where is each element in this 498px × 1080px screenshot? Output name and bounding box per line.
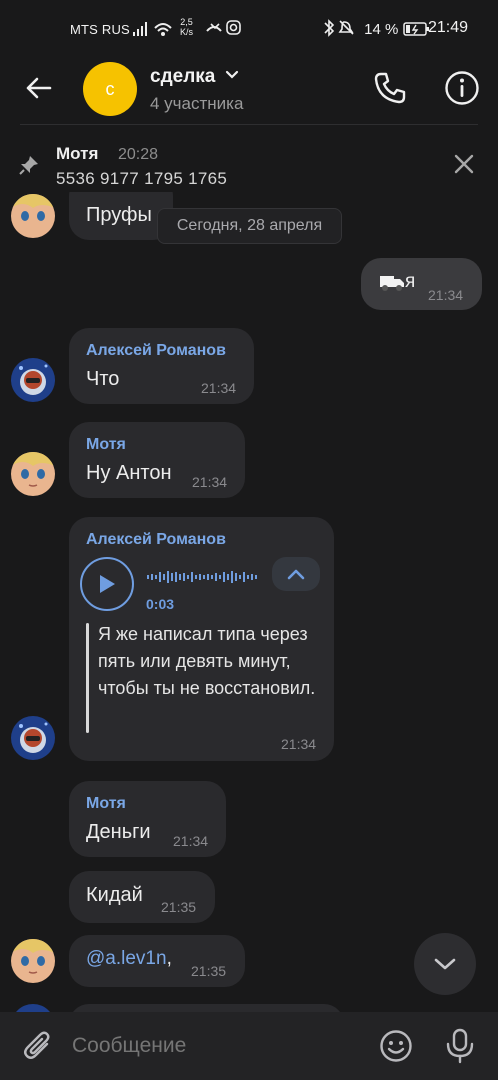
- anime-avatar-icon: [11, 452, 55, 496]
- voice-transcript: Я же написал типа через пять или девять …: [98, 624, 316, 698]
- chat-title[interactable]: сделка: [150, 66, 239, 88]
- missed-call-icon: [206, 19, 242, 40]
- carrier-name: MTS RUS: [70, 22, 130, 37]
- header-divider: [20, 124, 478, 125]
- message-list[interactable]: Пруфы Сегодня, 28 апреля я 21:34 Алексей…: [0, 192, 498, 1012]
- message-bubble[interactable]: Кидай 21:35: [69, 871, 215, 923]
- signal-wifi-icons: [133, 20, 177, 41]
- voice-duration: 0:03: [146, 596, 175, 612]
- pinned-author: Мотя: [56, 144, 99, 163]
- pin-icon: [19, 156, 38, 175]
- astronaut-avatar-icon: [11, 1004, 55, 1012]
- chevron-up-icon: [287, 569, 305, 580]
- message-time: 21:34: [428, 287, 464, 303]
- mention-link[interactable]: @a.lev1n: [86, 948, 167, 969]
- message-time: 21:35: [161, 899, 197, 915]
- message-text: Кидай: [86, 884, 143, 906]
- scroll-to-bottom-button[interactable]: [414, 933, 476, 995]
- message-time: 21:35: [191, 963, 227, 979]
- avatar[interactable]: [11, 194, 55, 238]
- message-author: Алексей Романов: [86, 342, 226, 359]
- emoji-button[interactable]: [374, 1024, 418, 1068]
- avatar[interactable]: [11, 452, 55, 496]
- chat-avatar[interactable]: с: [83, 62, 137, 116]
- bluetooth-mute-icons: [324, 19, 354, 37]
- message-text: Деньги: [86, 821, 151, 843]
- message-bubble[interactable]: Мотя Ну Антон 21:34: [69, 422, 245, 498]
- message-text: @a.lev1n,: [86, 948, 172, 970]
- voice-message-bubble[interactable]: Алексей Романов 0:03 Я же написал типа ч…: [69, 517, 334, 761]
- net-speed: 2,5 K/s: [180, 17, 193, 37]
- net-speed-unit: K/s: [180, 27, 194, 37]
- message-author: Мотя: [86, 436, 126, 453]
- play-icon: [100, 575, 115, 593]
- avatar[interactable]: [11, 358, 55, 402]
- chat-member-count: 4 участника: [150, 94, 244, 113]
- call-button[interactable]: [368, 66, 412, 110]
- transcript-quote-bar: [86, 623, 89, 733]
- close-pinned-button[interactable]: [446, 146, 482, 182]
- message-author: Мотя: [86, 795, 126, 812]
- battery-icon: [402, 22, 429, 36]
- date-chip: Сегодня, 28 апреля: [157, 208, 342, 244]
- message-bubble[interactable]: Алексей Романов Что 21:34: [69, 328, 254, 404]
- status-time: 21:49: [428, 19, 469, 36]
- pinned-text: 5536 9177 1795 1765: [56, 169, 228, 188]
- mic-icon: [446, 1028, 474, 1064]
- message-author: Алексей Романов: [86, 531, 226, 548]
- message-text: Ну Антон: [86, 462, 172, 484]
- info-icon: [445, 71, 479, 105]
- message-input[interactable]: [72, 1028, 362, 1064]
- message-bubble[interactable]: Мотя Деньги 21:34: [69, 781, 226, 857]
- transcript-toggle-button[interactable]: [272, 557, 320, 591]
- chat-header: с сделка 4 участника: [0, 58, 498, 124]
- message-text: Пруфы: [86, 204, 152, 226]
- astronaut-avatar-icon: [11, 358, 55, 402]
- message-bubble[interactable]: @a.lev1n, 21:35: [69, 935, 245, 987]
- avatar[interactable]: [11, 939, 55, 983]
- mic-button[interactable]: [438, 1024, 482, 1068]
- back-arrow-icon: [26, 77, 52, 99]
- status-bar: MTS RUS 2,5 K/s 14 % 21:49: [0, 0, 498, 58]
- astronaut-avatar-icon: [11, 716, 55, 760]
- message-time: 21:34: [192, 474, 228, 490]
- close-icon: [454, 154, 474, 174]
- back-button[interactable]: [16, 66, 60, 110]
- chevron-down-icon: [434, 958, 456, 970]
- mention-suffix: ,: [166, 948, 172, 969]
- avatar[interactable]: [11, 1004, 55, 1012]
- attach-icon: [24, 1031, 50, 1059]
- net-speed-value: 2,5: [180, 17, 193, 27]
- chat-title-text: сделка: [150, 66, 216, 87]
- phone-icon: [374, 72, 406, 104]
- message-bubble[interactable]: [69, 1004, 344, 1012]
- emoji-icon: [380, 1030, 412, 1062]
- chevron-down-icon: [225, 70, 238, 79]
- outgoing-message-bubble[interactable]: я 21:34: [361, 258, 482, 310]
- pinned-message[interactable]: Мотя 20:28 5536 9177 1795 1765: [0, 132, 498, 192]
- info-button[interactable]: [440, 66, 484, 110]
- waveform[interactable]: [147, 570, 259, 584]
- composer-bar: [0, 1012, 498, 1080]
- message-time: 21:34: [281, 736, 317, 752]
- play-button[interactable]: [80, 557, 134, 611]
- attach-button[interactable]: [16, 1024, 60, 1068]
- status-right: 14 %: [322, 19, 431, 38]
- anime-avatar-icon: [11, 194, 55, 238]
- message-text: я: [405, 271, 416, 292]
- message-time: 21:34: [173, 833, 209, 849]
- battery-percent: 14 %: [364, 21, 399, 38]
- message-time: 21:34: [201, 380, 237, 396]
- avatar[interactable]: [11, 716, 55, 760]
- pinned-time: 20:28: [118, 146, 159, 163]
- truck-emoji-icon: [380, 276, 404, 291]
- anime-avatar-icon: [11, 939, 55, 983]
- message-text: Что: [86, 368, 120, 390]
